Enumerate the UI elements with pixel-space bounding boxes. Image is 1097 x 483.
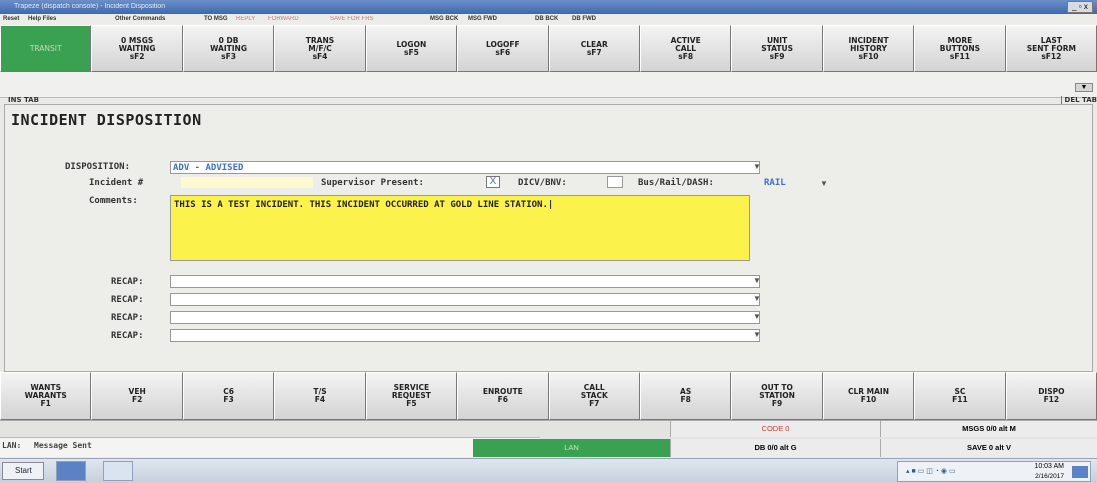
- recap-1-dropdown-icon[interactable]: ▼: [753, 276, 761, 285]
- lan-label: LAN:: [2, 441, 22, 450]
- scroll-down-icon[interactable]: ▼: [1075, 83, 1093, 92]
- tab-ins[interactable]: INS TAB: [8, 96, 39, 104]
- tab-bar: [0, 72, 1097, 98]
- fkey-trans-mfc[interactable]: TRANS M/F/C sF4: [274, 25, 366, 72]
- comments-label: Comments:: [89, 196, 138, 206]
- comments-textarea[interactable]: THIS IS A TEST INCIDENT. THIS INCIDENT O…: [170, 195, 750, 261]
- menu-forward[interactable]: FORWARD: [268, 14, 299, 25]
- start-label: Start: [15, 466, 32, 475]
- fkey-clear[interactable]: CLEAR sF7: [548, 25, 640, 72]
- menu-bar: Reset Help Files Other Commands TO MSG R…: [0, 14, 1097, 25]
- fkey-call-stack[interactable]: CALL STACK F7: [548, 372, 640, 420]
- recap-field-2[interactable]: [170, 293, 760, 306]
- show-desktop-icon[interactable]: [1072, 466, 1088, 478]
- fkey-ts[interactable]: T/S F4: [274, 372, 366, 420]
- fkey-service-request[interactable]: SERVICE REQUEST F5: [365, 372, 458, 420]
- code-status: CODE 0: [670, 421, 880, 437]
- supervisor-present-checkbox[interactable]: X: [486, 176, 500, 188]
- window-title-bar: Trapeze (dispatch console) - Incident Di…: [0, 0, 1097, 14]
- fkey-msgs-waiting[interactable]: 0 MSGS WAITING sF2: [91, 25, 183, 72]
- recap-field-4[interactable]: [170, 329, 760, 342]
- lan-indicator: LAN: [473, 439, 670, 457]
- fkey-out-to-station[interactable]: OUT TO STATION F9: [731, 372, 823, 420]
- clock-date[interactable]: 2/16/2017: [1035, 473, 1064, 480]
- menu-other-commands[interactable]: Other Commands: [115, 14, 165, 25]
- incident-number-field[interactable]: [181, 177, 313, 188]
- menu-save-for-frs[interactable]: SAVE FOR FRS: [330, 14, 374, 25]
- menu-reset[interactable]: Reset: [3, 14, 19, 25]
- fkey-enroute[interactable]: ENROUTE F6: [457, 372, 549, 420]
- msgs-counter[interactable]: MSGS 0/0 alt M: [880, 421, 1097, 437]
- disposition-label: DISPOSITION:: [65, 162, 131, 172]
- bus-rail-dash-select[interactable]: RAIL: [764, 178, 786, 188]
- page-title: INCIDENT DISPOSITION: [11, 111, 202, 129]
- fkey-logon[interactable]: LOGON sF5: [365, 25, 458, 72]
- clock-time[interactable]: 10:03 AM: [1034, 463, 1064, 470]
- fkey-dispo[interactable]: DISPO F12: [1005, 372, 1097, 420]
- taskbar: Start ▴ ■ ▭ ◫ ◔ ◉ ▭ 10:03 AM 2/16/2017: [0, 458, 1097, 483]
- recap-label-1: RECAP:: [111, 277, 144, 287]
- fkey-unit-status[interactable]: UNIT STATUS sF9: [731, 25, 823, 72]
- supervisor-present-label: Supervisor Present:: [321, 178, 424, 188]
- start-button[interactable]: Start: [2, 462, 44, 480]
- system-tray: ▴ ■ ▭ ◫ ◔ ◉ ▭ 10:03 AM 2/16/2017: [897, 461, 1091, 482]
- app-taskbar-icon[interactable]: [56, 461, 86, 481]
- menu-to-msg[interactable]: TO MSG: [204, 14, 228, 25]
- dicv-bnv-field[interactable]: [607, 176, 623, 188]
- tray-icons[interactable]: ▴ ■ ▭ ◫ ◔ ◉ ▭: [906, 467, 956, 475]
- status-message: Message Sent: [34, 441, 92, 450]
- bus-rail-dash-label: Bus/Rail/DASH:: [638, 178, 714, 188]
- fkey-logoff[interactable]: LOGOFF sF6: [457, 25, 549, 72]
- fkey-wants-warrants[interactable]: WANTS WARANTS F1: [0, 372, 92, 420]
- fkey-db-waiting[interactable]: 0 DB WAITING sF3: [182, 25, 275, 72]
- recap-label-2: RECAP:: [111, 295, 144, 305]
- db-counter[interactable]: DB 0/0 alt G: [670, 439, 880, 457]
- status-upper-left: [0, 421, 670, 437]
- fkey-veh[interactable]: VEH F2: [91, 372, 183, 420]
- incident-number-label: Incident #: [89, 178, 144, 188]
- save-counter[interactable]: SAVE 0 alt V: [880, 439, 1097, 457]
- bus-rail-dropdown-icon[interactable]: ▼: [820, 179, 828, 188]
- menu-reply[interactable]: REPLY: [236, 14, 255, 25]
- fkey-last-sent-form[interactable]: LAST SENT FORM sF12: [1005, 25, 1097, 72]
- fkey-incident-history[interactable]: INCIDENT HISTORY sF10: [822, 25, 915, 72]
- bottom-function-key-row: WANTS WARANTS F1 VEH F2 C6 F3 T/S F4 SERVICE R…: [0, 372, 1097, 420]
- recap-4-dropdown-icon[interactable]: ▼: [753, 330, 761, 339]
- fkey-transit[interactable]: TRANSIT: [0, 25, 92, 72]
- recap-3-dropdown-icon[interactable]: ▼: [753, 312, 761, 321]
- recap-label-3: RECAP:: [111, 313, 144, 323]
- menu-db-fwd[interactable]: DB FWD: [572, 14, 596, 25]
- tab-del[interactable]: DEL TAB: [1060, 96, 1097, 104]
- top-function-key-row: TRANSIT 0 MSGS WAITING sF2 0 DB WAITING sF3 …: [0, 25, 1097, 72]
- fkey-more-buttons[interactable]: MORE BUTTONS sF11: [914, 25, 1006, 72]
- menu-msg-bck[interactable]: MSG BCK: [430, 14, 458, 25]
- menu-msg-fwd[interactable]: MSG FWD: [468, 14, 497, 25]
- fkey-c6[interactable]: C6 F3: [182, 372, 275, 420]
- window-controls[interactable]: _ ▫ x: [1067, 1, 1093, 13]
- form-panel: INCIDENT DISPOSITION DISPOSITION: ADV - …: [4, 104, 1093, 372]
- fkey-as[interactable]: AS F8: [639, 372, 732, 420]
- recap-label-4: RECAP:: [111, 331, 144, 341]
- fkey-clr-main[interactable]: CLR MAIN F10: [822, 372, 915, 420]
- dicv-bnv-label: DICV/BNV:: [518, 178, 567, 188]
- menu-db-bck[interactable]: DB BCK: [535, 14, 558, 25]
- disposition-dropdown-icon[interactable]: ▼: [753, 162, 761, 171]
- recap-field-1[interactable]: [170, 275, 760, 288]
- fkey-active-call[interactable]: ACTIVE CALL sF8: [639, 25, 732, 72]
- disposition-select[interactable]: ADV - ADVISED: [170, 161, 760, 174]
- recap-2-dropdown-icon[interactable]: ▼: [753, 294, 761, 303]
- window-title: Trapeze (dispatch console) - Incident Di…: [14, 3, 166, 10]
- menu-help-files[interactable]: Help Files: [28, 14, 56, 25]
- recap-field-3[interactable]: [170, 311, 760, 324]
- window-taskbar-icon[interactable]: [103, 461, 133, 481]
- fkey-sc[interactable]: SC F11: [914, 372, 1006, 420]
